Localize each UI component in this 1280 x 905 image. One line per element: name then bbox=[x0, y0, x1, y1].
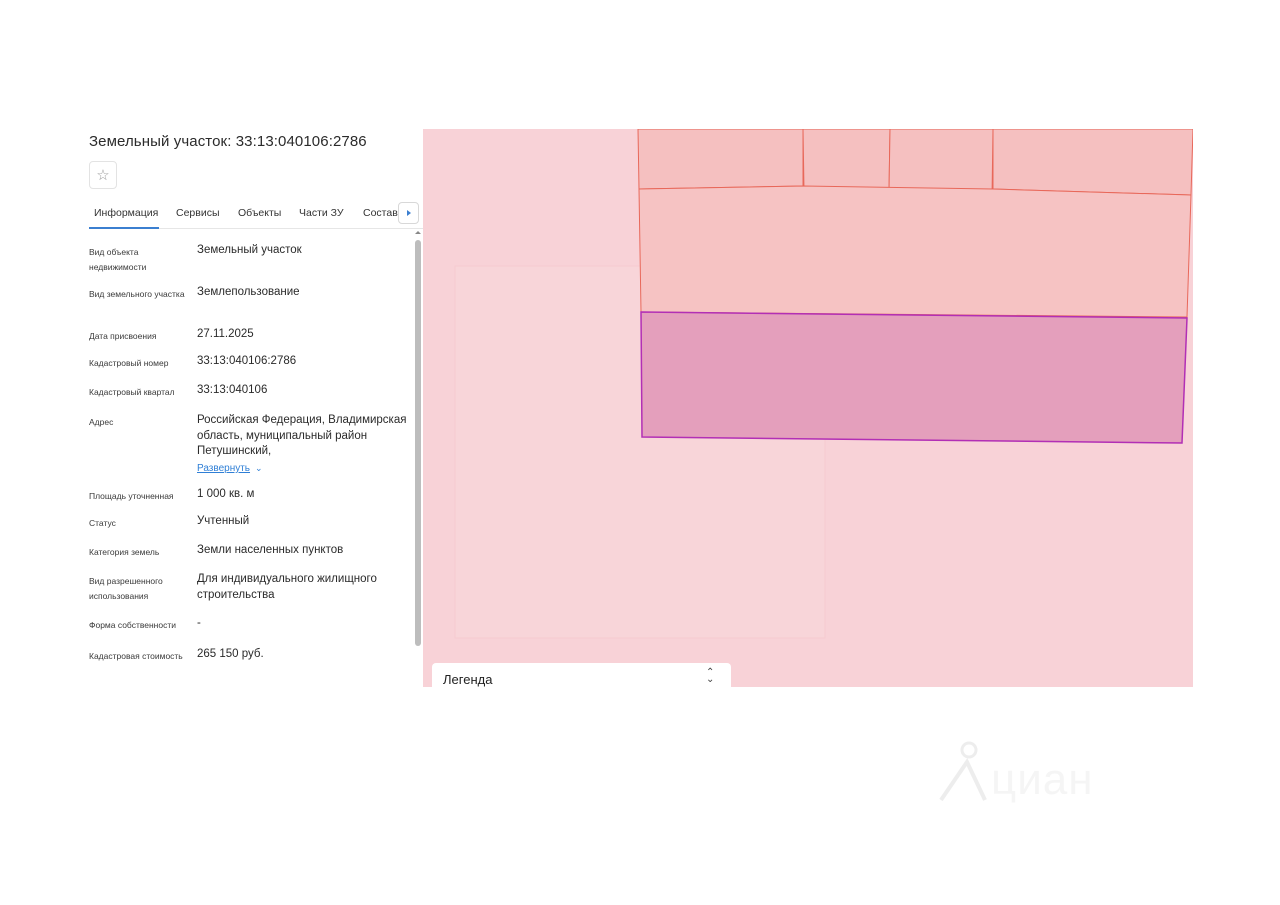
field-value: - bbox=[197, 617, 201, 629]
field-label: Кадастровый номер bbox=[89, 358, 169, 368]
info-panel: Земельный участок: 33:13:040106:2786 ☆ И… bbox=[80, 125, 423, 687]
tabs-next-button[interactable] bbox=[398, 202, 419, 224]
attributes-list: Вид объекта недвижимости Земельный участ… bbox=[89, 241, 409, 687]
map-layer bbox=[454, 129, 1193, 639]
field-value: 33:13:040106 bbox=[197, 384, 268, 396]
scrollbar-thumb[interactable] bbox=[415, 240, 421, 646]
tab-composition[interactable]: Состав bbox=[363, 207, 398, 219]
active-tab-indicator bbox=[89, 227, 159, 229]
chevron-right-icon bbox=[406, 210, 411, 216]
expand-address-link[interactable]: Развернуть bbox=[197, 463, 250, 474]
watermark-text: циан bbox=[991, 755, 1094, 804]
field-label: Вид объекта недвижимости bbox=[89, 247, 147, 272]
chevron-down-icon[interactable]: ⌄ bbox=[255, 463, 263, 474]
field-value: Учтенный bbox=[197, 515, 250, 527]
parcel[interactable] bbox=[637, 129, 804, 190]
legend-title: Легенда bbox=[443, 672, 493, 687]
field-value: Земли населенных пунктов bbox=[197, 544, 344, 556]
watermark: циан bbox=[935, 740, 1135, 804]
cian-logo-icon bbox=[939, 741, 987, 802]
field-label: Кадастровая стоимость bbox=[89, 651, 183, 661]
field-label: Категория земель bbox=[89, 547, 160, 557]
parcel[interactable] bbox=[992, 129, 1193, 196]
selected-parcel[interactable] bbox=[640, 311, 1188, 444]
tab-parts[interactable]: Части ЗУ bbox=[299, 207, 344, 219]
field-value: 27.11.2025 bbox=[197, 328, 254, 340]
field-value: Российская Федерация, Владимирская облас… bbox=[197, 414, 407, 457]
page-title: Земельный участок: 33:13:040106:2786 bbox=[89, 133, 367, 150]
tab-information[interactable]: Информация bbox=[94, 207, 158, 219]
panel-scrollbar[interactable] bbox=[414, 231, 421, 687]
field-label: Форма собственности bbox=[89, 620, 176, 630]
scroll-up-arrow-icon[interactable] bbox=[415, 231, 421, 234]
field-label: Дата присвоения bbox=[89, 331, 157, 341]
field-value: Землепользование bbox=[197, 286, 300, 298]
chevron-up-down-icon: ⌃ ⌄ bbox=[706, 667, 715, 685]
parcel[interactable] bbox=[888, 129, 994, 198]
field-value: Земельный участок bbox=[197, 244, 302, 256]
tab-bar: Информация Сервисы Объекты Части ЗУ Сост… bbox=[89, 202, 423, 229]
tab-services[interactable]: Сервисы bbox=[176, 207, 220, 219]
field-value: 1 000 кв. м bbox=[197, 488, 255, 500]
map-view[interactable] bbox=[423, 129, 1193, 687]
field-label: Статус bbox=[89, 518, 116, 528]
tab-objects[interactable]: Объекты bbox=[238, 207, 281, 219]
star-icon: ☆ bbox=[96, 167, 110, 184]
field-label: Вид разрешенного использования bbox=[89, 576, 163, 601]
field-label: Адрес bbox=[89, 417, 114, 427]
parcel[interactable] bbox=[638, 185, 1192, 318]
legend-toggle-button[interactable]: Легенда ⌃ ⌄ bbox=[432, 663, 731, 687]
field-value: 265 150 руб. bbox=[197, 648, 264, 660]
parcel[interactable] bbox=[802, 129, 891, 193]
field-value: 33:13:040106:2786 bbox=[197, 355, 297, 367]
field-label: Вид земельного участка bbox=[89, 289, 185, 299]
field-label: Кадастровый квартал bbox=[89, 387, 175, 397]
favorite-button[interactable]: ☆ bbox=[89, 161, 117, 189]
field-label: Площадь уточненная bbox=[89, 491, 174, 501]
field-value: Для индивидуального жилищного строительс… bbox=[197, 573, 377, 601]
